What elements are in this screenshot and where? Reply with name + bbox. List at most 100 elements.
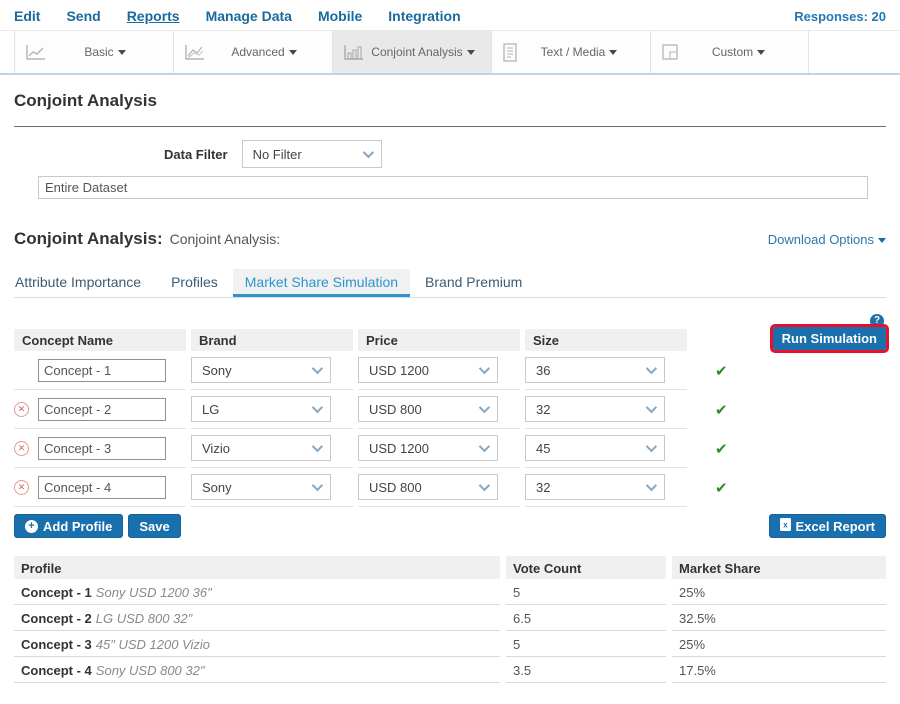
nav-item-edit[interactable]: Edit — [14, 8, 40, 24]
results-table: Profile Vote Count Market Share Concept … — [14, 556, 886, 683]
multi-line-chart-icon — [184, 44, 206, 61]
add-icon: + — [25, 520, 38, 533]
section-header: Conjoint Analysis: Conjoint Analysis: Do… — [14, 229, 886, 249]
concept-name-input[interactable] — [38, 437, 166, 460]
result-market-share: 25% — [672, 579, 886, 605]
concept-row: ✕ Sony USD 800 32 ✔ — [14, 468, 886, 507]
column-header-size: Size — [525, 329, 687, 351]
toolbar-label: Text / Media — [541, 45, 606, 59]
concept-row: Sony USD 1200 36 ✔ — [14, 351, 886, 390]
section-title: Conjoint Analysis: — [14, 229, 163, 249]
valid-check-icon: ✔ — [692, 468, 886, 507]
tab-profiles[interactable]: Profiles — [156, 269, 233, 297]
excel-icon: x — [780, 518, 791, 534]
result-profile: Concept - 345" USD 1200 Vizio — [14, 631, 500, 657]
toolbar-label: Custom — [712, 45, 753, 59]
toolbar-item-conjoint-analysis[interactable]: Conjoint Analysis — [332, 31, 491, 73]
result-market-share: 32.5% — [672, 605, 886, 631]
chevron-down-icon — [479, 480, 490, 491]
delete-row-icon[interactable]: ✕ — [14, 402, 29, 417]
svg-text:x: x — [783, 521, 788, 530]
concept-name-input[interactable] — [38, 476, 166, 499]
result-profile: Concept - 2LG USD 800 32" — [14, 605, 500, 631]
simulation-table: Run Simulation Concept Name Brand Price … — [14, 329, 886, 507]
valid-check-icon: ✔ — [692, 351, 886, 390]
excel-report-button[interactable]: x Excel Report — [769, 514, 886, 538]
size-select[interactable]: 45 — [525, 435, 665, 461]
nav-item-reports[interactable]: Reports — [127, 8, 180, 24]
toolbar-item-advanced[interactable]: Advanced — [173, 31, 332, 73]
data-filter-row: Data Filter No Filter — [164, 140, 886, 168]
chevron-down-icon — [312, 402, 323, 413]
result-vote-count: 3.5 — [506, 657, 666, 683]
result-profile: Concept - 4Sony USD 800 32" — [14, 657, 500, 683]
chevron-down-icon — [479, 402, 490, 413]
result-market-share: 25% — [672, 631, 886, 657]
valid-check-icon: ✔ — [692, 390, 886, 429]
chevron-down-icon — [646, 363, 657, 374]
size-select[interactable]: 32 — [525, 474, 665, 500]
brand-select[interactable]: Sony — [191, 474, 331, 500]
data-filter-select[interactable]: No Filter — [242, 140, 382, 168]
dataset-input[interactable] — [38, 176, 868, 199]
toolbar-label: Advanced — [231, 45, 284, 59]
result-market-share: 17.5% — [672, 657, 886, 683]
simulation-header-row: Concept Name Brand Price Size — [14, 329, 886, 351]
tab-brand-premium[interactable]: Brand Premium — [410, 269, 537, 297]
price-select[interactable]: USD 1200 — [358, 357, 498, 383]
price-select[interactable]: USD 1200 — [358, 435, 498, 461]
brand-select[interactable]: LG — [191, 396, 331, 422]
chevron-down-icon — [646, 441, 657, 452]
chevron-down-icon — [312, 441, 323, 452]
brand-select[interactable]: Sony — [191, 357, 331, 383]
action-buttons: + Add Profile Save x Excel Report — [14, 514, 886, 538]
size-select[interactable]: 36 — [525, 357, 665, 383]
size-select[interactable]: 32 — [525, 396, 665, 422]
chevron-down-icon — [646, 480, 657, 491]
price-select[interactable]: USD 800 — [358, 396, 498, 422]
nav-item-manage-data[interactable]: Manage Data — [206, 8, 292, 24]
chevron-down-icon — [757, 50, 765, 55]
concept-name-input[interactable] — [38, 359, 166, 382]
bar-line-chart-icon — [343, 44, 365, 61]
chevron-down-icon — [312, 480, 323, 491]
result-vote-count: 5 — [506, 631, 666, 657]
results-header-profile: Profile — [14, 556, 500, 579]
price-select[interactable]: USD 800 — [358, 474, 498, 500]
report-tabs: Attribute Importance Profiles Market Sha… — [14, 269, 886, 298]
brand-select[interactable]: Vizio — [191, 435, 331, 461]
delete-row-icon[interactable]: ✕ — [14, 441, 29, 456]
nav-item-integration[interactable]: Integration — [388, 8, 460, 24]
chevron-down-icon — [362, 147, 373, 158]
results-header-market-share: Market Share — [672, 556, 886, 579]
results-header-vote-count: Vote Count — [506, 556, 666, 579]
download-options-button[interactable]: Download Options — [768, 232, 886, 247]
line-chart-icon — [25, 44, 47, 61]
report-toolbar: Basic Advanced Conjoint Analysis Text / … — [0, 30, 900, 75]
tab-attribute-importance[interactable]: Attribute Importance — [14, 269, 156, 297]
valid-check-icon: ✔ — [692, 429, 886, 468]
help-row: ? — [16, 310, 884, 324]
result-profile: Concept - 1Sony USD 1200 36" — [14, 579, 500, 605]
chevron-down-icon — [467, 50, 475, 55]
concept-row: ✕ Vizio USD 1200 45 ✔ — [14, 429, 886, 468]
tab-market-share-simulation[interactable]: Market Share Simulation — [233, 269, 410, 297]
help-icon[interactable]: ? — [870, 314, 884, 328]
toolbar-label: Basic — [84, 45, 113, 59]
toolbar-item-custom[interactable]: Custom — [650, 31, 809, 73]
add-profile-button[interactable]: + Add Profile — [14, 514, 123, 538]
document-icon — [502, 43, 518, 62]
concept-name-input[interactable] — [38, 398, 166, 421]
nav-item-send[interactable]: Send — [66, 8, 100, 24]
toolbar-item-text-media[interactable]: Text / Media — [491, 31, 650, 73]
delete-row-icon[interactable]: ✕ — [14, 480, 29, 495]
toolbar-item-basic[interactable]: Basic — [14, 31, 173, 73]
nav-item-mobile[interactable]: Mobile — [318, 8, 362, 24]
concept-row: ✕ LG USD 800 32 ✔ — [14, 390, 886, 429]
column-header-brand: Brand — [191, 329, 353, 351]
chevron-down-icon — [646, 402, 657, 413]
run-simulation-button[interactable]: Run Simulation — [773, 327, 886, 350]
responses-count[interactable]: Responses: 20 — [794, 9, 886, 24]
save-button[interactable]: Save — [128, 514, 180, 538]
chevron-down-icon — [609, 50, 617, 55]
